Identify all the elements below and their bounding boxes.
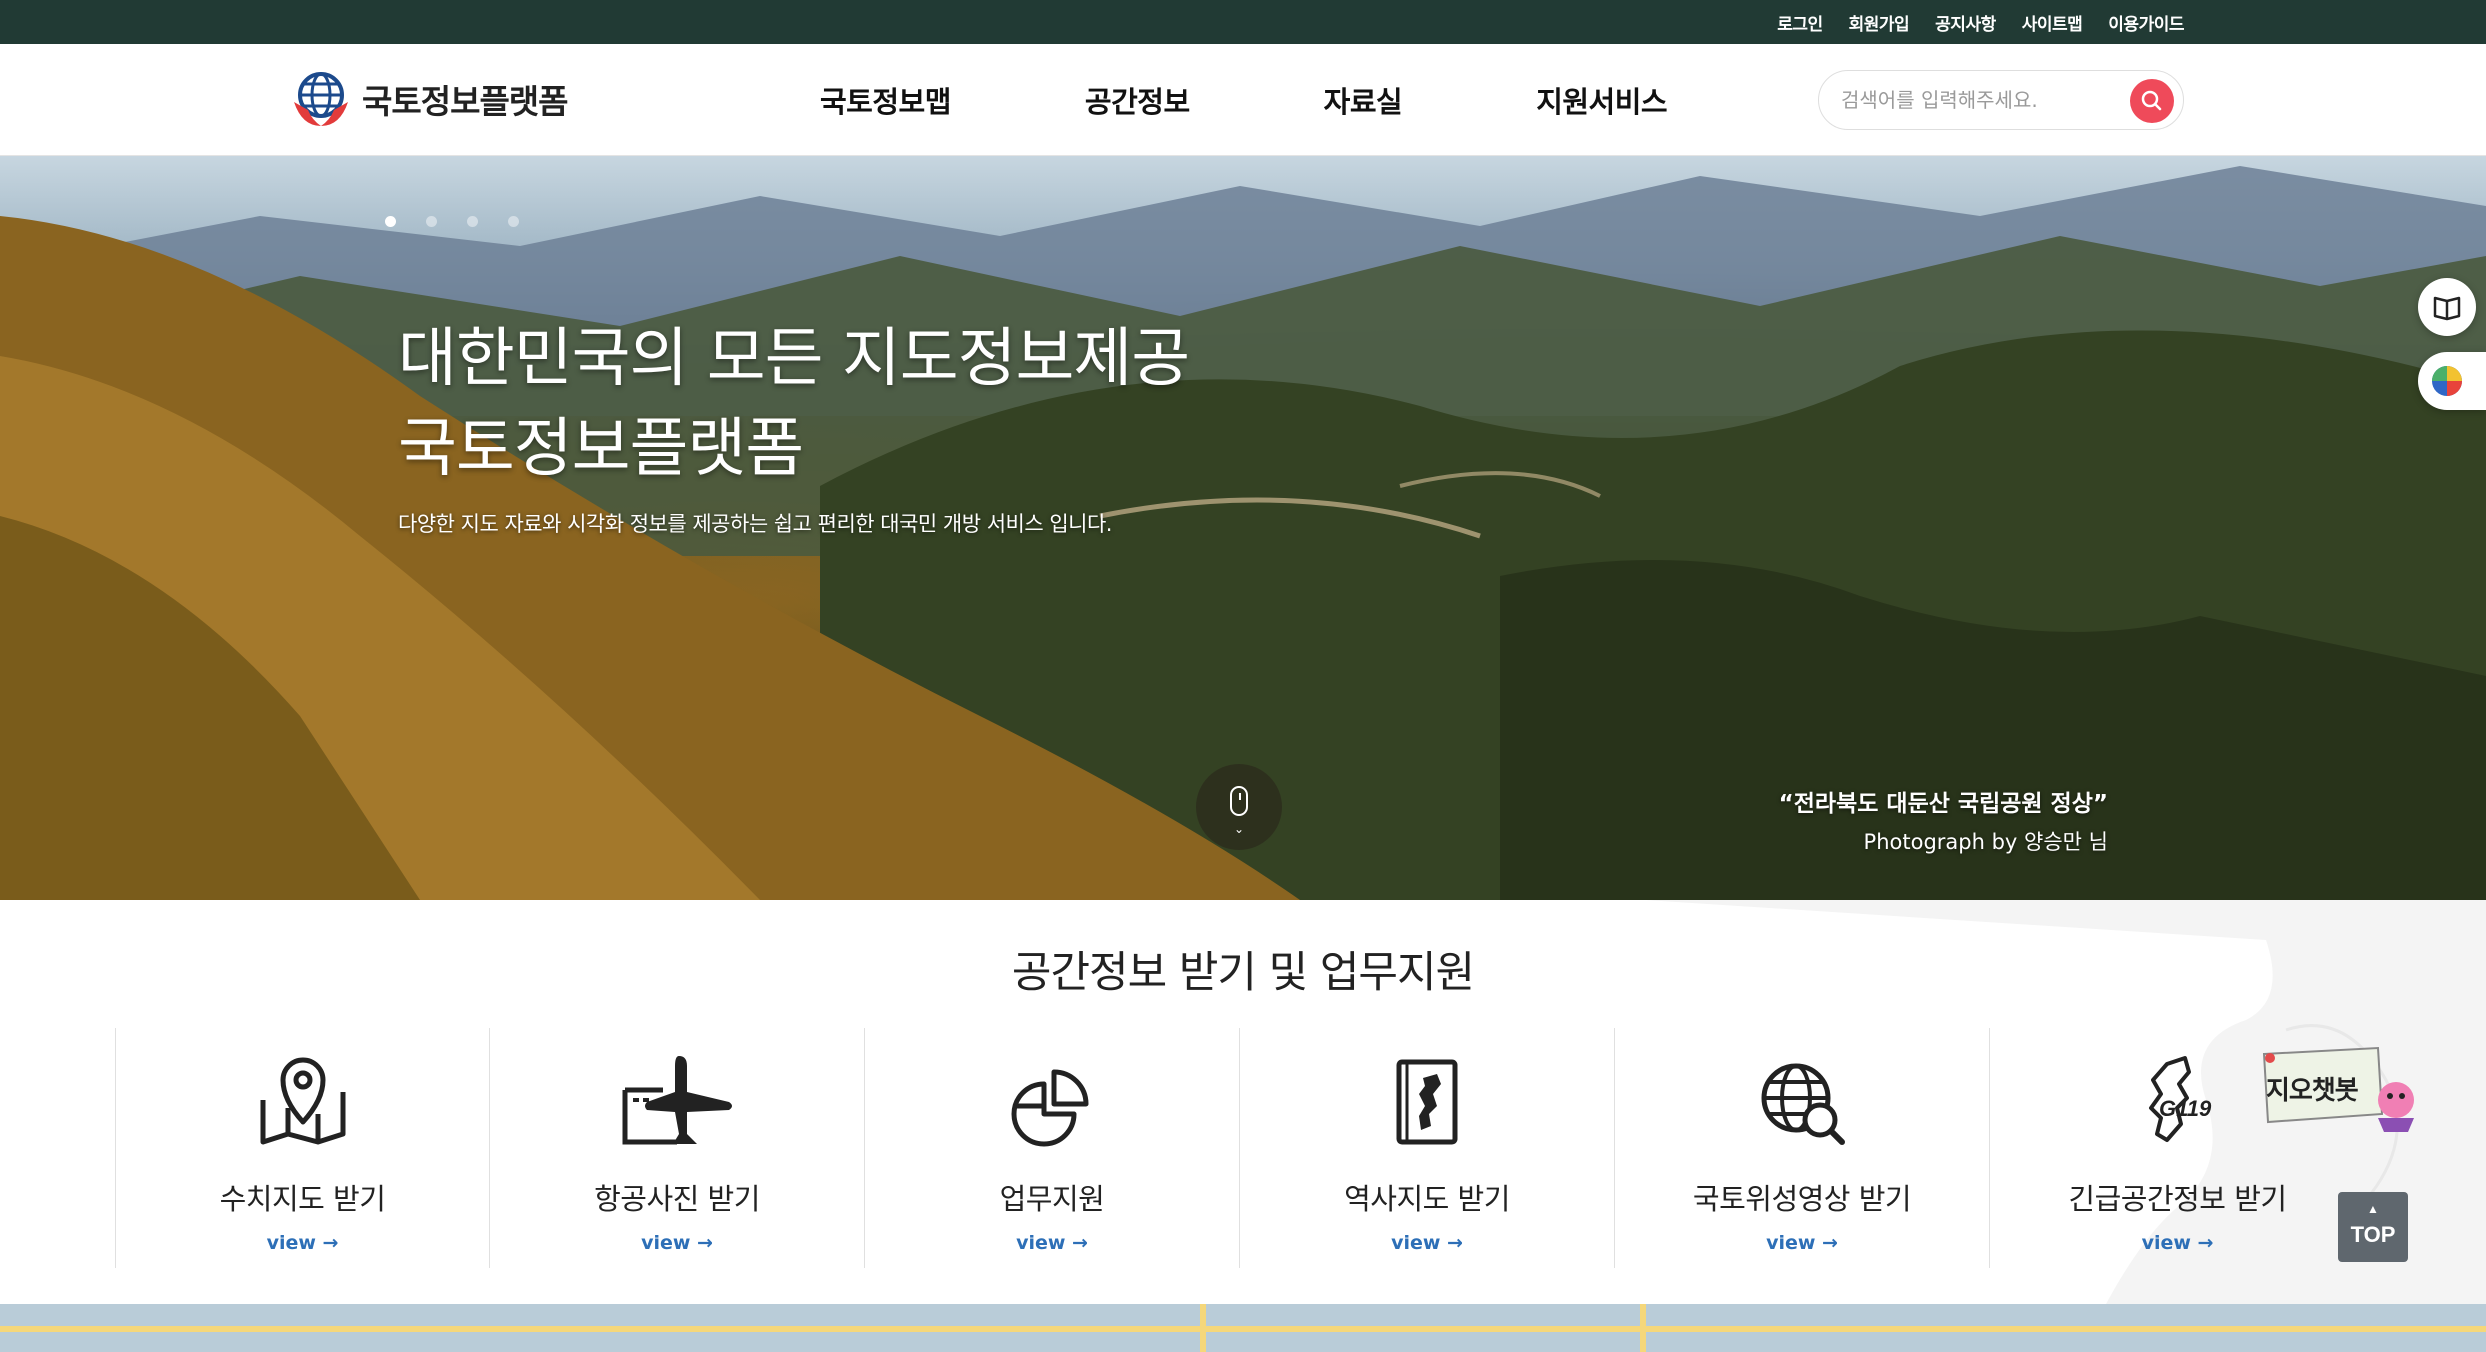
hero-title-line1: 대한민국의 모든 지도정보제공 — [398, 322, 1190, 396]
pie-chart-icon — [1011, 1069, 1089, 1147]
login-link[interactable]: 로그인 — [1777, 10, 1823, 35]
services-section: 공간정보 받기 및 업무지원 수치지도 받기 view → 항공사진 받기 vi… — [0, 900, 2486, 1304]
globe-logo-icon — [292, 70, 350, 128]
main-nav: 국토정보맵 공간정보 자료실 지원서비스 — [820, 44, 1668, 156]
service-view-link[interactable]: view → — [1990, 1232, 2365, 1254]
korea-map-book-icon — [1396, 1059, 1458, 1145]
service-item-history-map[interactable]: 역사지도 받기 view → — [1240, 1028, 1615, 1268]
slide-dot-4[interactable] — [508, 216, 519, 227]
search-icon — [2141, 90, 2162, 111]
service-view-link[interactable]: view → — [865, 1232, 1239, 1254]
services-list: 수치지도 받기 view → 항공사진 받기 view → 업무지원 view — [115, 1028, 2365, 1268]
service-view-link[interactable]: view → — [1240, 1232, 1614, 1254]
slide-indicators — [385, 216, 519, 227]
nav-archive[interactable]: 자료실 — [1324, 79, 1403, 121]
search-button[interactable] — [2130, 79, 2174, 123]
service-label: 긴급공간정보 받기 — [2068, 1182, 2287, 1216]
top-label: TOP — [2350, 1222, 2396, 1247]
utility-links: 로그인 회원가입 공지사항 사이트맵 이용가이드 — [1777, 0, 2184, 44]
service-view-link[interactable]: view → — [116, 1232, 489, 1254]
g119-icon: G119 — [2149, 1056, 2212, 1142]
globe-search-icon — [1761, 1063, 1845, 1145]
service-item-digital-map[interactable]: 수치지도 받기 view → — [115, 1028, 490, 1268]
chatbot-label: 지오챗봇 — [2266, 1076, 2359, 1106]
service-label: 항공사진 받기 — [594, 1182, 760, 1216]
service-label: 국토위성영상 받기 — [1692, 1182, 1912, 1216]
quick-menu-color-button[interactable] — [2418, 352, 2486, 410]
svg-text:G119: G119 — [2159, 1096, 2212, 1121]
book-icon — [2433, 296, 2461, 321]
nav-spatial-info[interactable]: 공간정보 — [1085, 79, 1190, 121]
slide-dot-1[interactable] — [385, 216, 396, 227]
service-item-work-support[interactable]: 업무지원 view → — [865, 1028, 1240, 1268]
service-view-link[interactable]: view → — [1615, 1232, 1989, 1254]
photo-credit: Photograph by 양승만 님 — [1863, 830, 2108, 854]
photo-caption: “전라북도 대둔산 국립공원 정상” Photograph by 양승만 님 — [1779, 784, 2108, 856]
mouse-icon — [1230, 786, 1248, 816]
site-logo[interactable]: 국토정보플랫폼 — [292, 70, 569, 128]
service-label: 업무지원 — [999, 1182, 1105, 1216]
search-input[interactable] — [1841, 83, 2111, 117]
site-header: 국토정보플랫폼 국토정보맵 공간정보 자료실 지원서비스 — [0, 44, 2486, 156]
logo-text: 국토정보플랫폼 — [362, 82, 569, 121]
service-item-aerial-photo[interactable]: 항공사진 받기 view → — [490, 1028, 865, 1268]
signup-link[interactable]: 회원가입 — [1849, 10, 1910, 35]
notice-link[interactable]: 공지사항 — [1935, 10, 1996, 35]
search-box — [1818, 70, 2184, 130]
utility-bar: 로그인 회원가입 공지사항 사이트맵 이용가이드 — [0, 0, 2486, 44]
airplane-photo-icon — [622, 1056, 732, 1145]
slide-dot-2[interactable] — [426, 216, 437, 227]
services-title: 공간정보 받기 및 업무지원 — [1011, 948, 1475, 998]
nav-land-info-map[interactable]: 국토정보맵 — [820, 79, 951, 121]
map-road — [0, 1326, 2486, 1332]
chevron-down-icon: ⌄ — [1233, 822, 1245, 836]
guide-link[interactable]: 이용가이드 — [2108, 10, 2184, 35]
map-road — [1200, 1304, 1206, 1352]
hero-subtitle: 다양한 지도 자료와 시각화 정보를 제공하는 쉽고 편리한 대국민 개방 서비… — [398, 512, 1112, 536]
color-wheel-icon — [2432, 366, 2462, 396]
map-road — [1640, 1304, 1646, 1352]
service-item-satellite-image[interactable]: 국토위성영상 받기 view → — [1615, 1028, 1990, 1268]
geo-chatbot-button[interactable]: 지오챗봇 — [2258, 1044, 2418, 1134]
service-label: 역사지도 받기 — [1344, 1182, 1510, 1216]
nav-support-service[interactable]: 지원서비스 — [1536, 79, 1667, 121]
folded-map-pin-icon — [260, 1057, 346, 1145]
scroll-down-indicator[interactable]: ⌄ — [1196, 764, 1282, 850]
slide-dot-3[interactable] — [467, 216, 478, 227]
hero-title: 대한민국의 모든 지도정보제공 국토정보플랫폼 — [398, 314, 1190, 494]
hero-banner: 대한민국의 모든 지도정보제공 국토정보플랫폼 다양한 지도 자료와 시각화 정… — [0, 156, 2486, 900]
service-label: 수치지도 받기 — [219, 1182, 386, 1216]
service-view-link[interactable]: view → — [490, 1232, 864, 1254]
arrow-up-icon: ▲ — [2367, 1202, 2379, 1216]
map-preview-strip — [0, 1304, 2486, 1352]
photo-caption-title: “전라북도 대둔산 국립공원 정상” — [1778, 791, 2108, 817]
scroll-top-button[interactable]: ▲ TOP — [2338, 1192, 2408, 1262]
sitemap-link[interactable]: 사이트맵 — [2022, 10, 2083, 35]
hero-title-line2: 국토정보플랫폼 — [398, 412, 804, 486]
quick-menu-book-button[interactable] — [2418, 278, 2476, 336]
